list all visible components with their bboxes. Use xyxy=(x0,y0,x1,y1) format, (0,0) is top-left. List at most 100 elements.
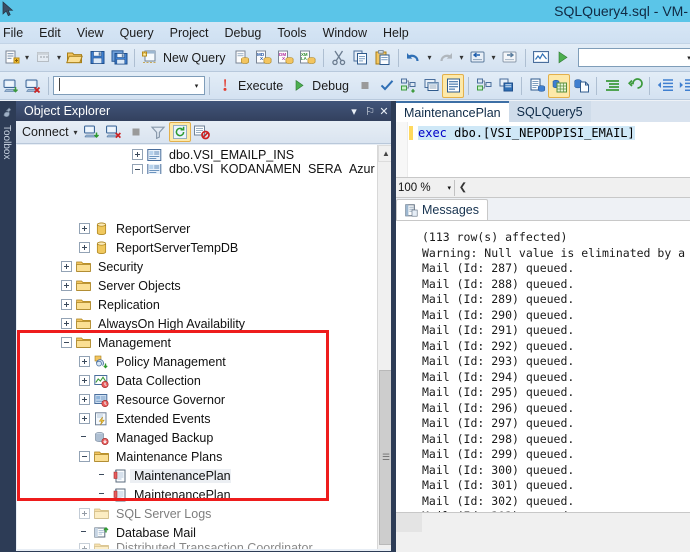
tab-maintenance-plan[interactable]: MaintenancePlan xyxy=(396,101,509,122)
tree-item-database[interactable]: ReportServerTempDB xyxy=(17,238,377,257)
collapse-icon[interactable] xyxy=(79,451,90,462)
tree-item-distributed-transaction-coordinator[interactable]: Distributed Transaction Coordinator xyxy=(17,542,377,549)
solution-configuration-combo[interactable]: ▾ xyxy=(577,48,690,67)
parse-check-icon[interactable] xyxy=(376,74,398,98)
tree-item-maintenance-plan[interactable]: MaintenancePlan xyxy=(17,466,377,485)
redo-dropdown-icon[interactable]: ▾ xyxy=(457,46,467,70)
disconnect-icon[interactable] xyxy=(22,74,44,98)
menu-window[interactable]: Window xyxy=(315,24,375,42)
new-project-icon[interactable] xyxy=(32,46,54,70)
query-options-icon[interactable] xyxy=(420,74,442,98)
menu-query[interactable]: Query xyxy=(112,24,162,42)
chevron-down-icon[interactable]: ▾ xyxy=(189,77,204,94)
undo-dropdown-icon[interactable]: ▾ xyxy=(425,46,435,70)
tree-item-policy-management[interactable]: Policy Management xyxy=(17,352,377,371)
menu-view[interactable]: View xyxy=(69,24,112,42)
results-to-text-icon[interactable] xyxy=(526,74,548,98)
expand-icon[interactable] xyxy=(61,299,72,310)
object-explorer-tree[interactable]: dbo.VSI_EMAILP_INS dbo.VSI_KODANAMEN_SER… xyxy=(17,145,377,549)
increase-indent-icon[interactable] xyxy=(676,74,690,98)
expand-icon[interactable] xyxy=(79,542,90,549)
redo-icon[interactable] xyxy=(435,46,457,70)
open-file-icon[interactable] xyxy=(64,46,86,70)
connect-dropdown-icon[interactable]: ▾ xyxy=(71,120,81,144)
database-combo[interactable]: ▾ xyxy=(53,76,205,95)
new-item-dropdown-icon[interactable]: ▾ xyxy=(22,46,32,70)
new-query-label[interactable]: New Query xyxy=(161,51,231,65)
refresh-icon[interactable] xyxy=(168,122,191,142)
comment-icon[interactable] xyxy=(601,74,623,98)
connect-icon[interactable] xyxy=(0,74,22,98)
tree-item-maintenance-plans[interactable]: Maintenance Plans xyxy=(17,447,377,466)
tab-messages[interactable]: Messages xyxy=(396,199,488,220)
decrease-indent-icon[interactable] xyxy=(654,74,676,98)
undo-icon[interactable] xyxy=(403,46,425,70)
debug-label[interactable]: Debug xyxy=(310,79,354,93)
tree-item-resource-governor[interactable]: Resource Governor xyxy=(17,390,377,409)
menu-tools[interactable]: Tools xyxy=(269,24,314,42)
messages-output[interactable]: (113 row(s) affected) Warning: Null valu… xyxy=(396,220,690,532)
expand-icon[interactable] xyxy=(79,356,90,367)
tree-item-alwayson[interactable]: AlwaysOn High Availability xyxy=(17,314,377,333)
remove-filter-icon[interactable] xyxy=(191,122,213,142)
tree-item-stored-procedure[interactable]: dbo.VSI_EMAILP_INS xyxy=(17,145,377,164)
include-actual-plan-icon[interactable] xyxy=(473,74,495,98)
chevron-down-icon[interactable]: ▾ xyxy=(682,49,690,66)
include-client-statistics-icon[interactable] xyxy=(495,74,517,98)
paste-icon[interactable] xyxy=(372,46,394,70)
tree-item-server-objects[interactable]: Server Objects xyxy=(17,276,377,295)
new-project-dropdown-icon[interactable]: ▾ xyxy=(54,46,64,70)
menu-debug[interactable]: Debug xyxy=(217,24,270,42)
tab-sqlquery5[interactable]: SQLQuery5 xyxy=(508,101,591,122)
results-to-grid-icon[interactable] xyxy=(548,73,571,98)
tree-item-replication[interactable]: Replication xyxy=(17,295,377,314)
navigate-forward-icon[interactable] xyxy=(499,46,521,70)
tree-item-database-mail[interactable]: Database Mail xyxy=(17,523,377,542)
menu-project[interactable]: Project xyxy=(162,24,217,42)
expand-icon[interactable] xyxy=(79,508,90,519)
uncomment-icon[interactable] xyxy=(623,74,645,98)
menu-file[interactable]: File xyxy=(0,24,31,42)
expand-icon[interactable] xyxy=(79,223,90,234)
expand-icon[interactable] xyxy=(79,413,90,424)
tree-item-extended-events[interactable]: Extended Events xyxy=(17,409,377,428)
stop-icon[interactable] xyxy=(125,122,147,142)
menu-edit[interactable]: Edit xyxy=(31,24,69,42)
filter-icon[interactable] xyxy=(147,122,169,142)
expand-icon[interactable] xyxy=(61,261,72,272)
tree-item-database[interactable]: ReportServer xyxy=(17,219,377,238)
expand-icon[interactable] xyxy=(61,280,72,291)
execute-icon[interactable] xyxy=(214,74,236,98)
navigate-backward-icon[interactable] xyxy=(467,46,489,70)
results-to-file-icon[interactable] xyxy=(570,74,592,98)
tree-item-managed-backup[interactable]: Managed Backup xyxy=(17,428,377,447)
expand-icon[interactable] xyxy=(79,394,90,405)
save-icon[interactable] xyxy=(86,46,108,70)
tree-item-management[interactable]: Management xyxy=(17,333,377,352)
menu-help[interactable]: Help xyxy=(375,24,417,42)
editor-code-line[interactable]: exec dbo.[VSI_NEPODPISI_EMAIL] xyxy=(418,126,635,141)
tree-item-maintenance-plan[interactable]: MaintenancePlan xyxy=(17,485,377,504)
execute-label[interactable]: Execute xyxy=(236,79,288,93)
connect-object-explorer-icon[interactable] xyxy=(81,122,103,142)
disconnect-object-explorer-icon[interactable] xyxy=(103,122,125,142)
dropdown-icon[interactable]: ▾ xyxy=(346,102,362,120)
scroll-left-icon[interactable]: ❮ xyxy=(455,179,471,197)
tree-item-security[interactable]: Security xyxy=(17,257,377,276)
tree-item-data-collection[interactable]: Data Collection xyxy=(17,371,377,390)
sql-editor[interactable]: exec dbo.[VSI_NEPODPISI_EMAIL] xyxy=(396,122,690,178)
collapse-icon[interactable] xyxy=(132,164,143,174)
tree-item-stored-procedure[interactable]: dbo.VSI_KODANAMEN_SERA_Azur xyxy=(17,164,377,174)
new-database-engine-query-icon[interactable] xyxy=(231,46,253,70)
new-query-icon[interactable] xyxy=(139,46,161,70)
copy-icon[interactable] xyxy=(350,46,372,70)
display-estimated-plan-icon[interactable] xyxy=(398,74,420,98)
expand-icon[interactable] xyxy=(132,149,143,160)
new-xmla-query-icon[interactable]: XM LA xyxy=(297,46,319,70)
cut-icon[interactable] xyxy=(328,46,350,70)
collapse-icon[interactable] xyxy=(61,337,72,348)
save-all-icon[interactable] xyxy=(108,46,130,70)
new-mdx-query-icon[interactable]: MD X xyxy=(253,46,275,70)
toolbox-tab[interactable]: Toolbox xyxy=(0,103,16,195)
tree-item-sql-server-logs[interactable]: SQL Server Logs xyxy=(17,504,377,523)
